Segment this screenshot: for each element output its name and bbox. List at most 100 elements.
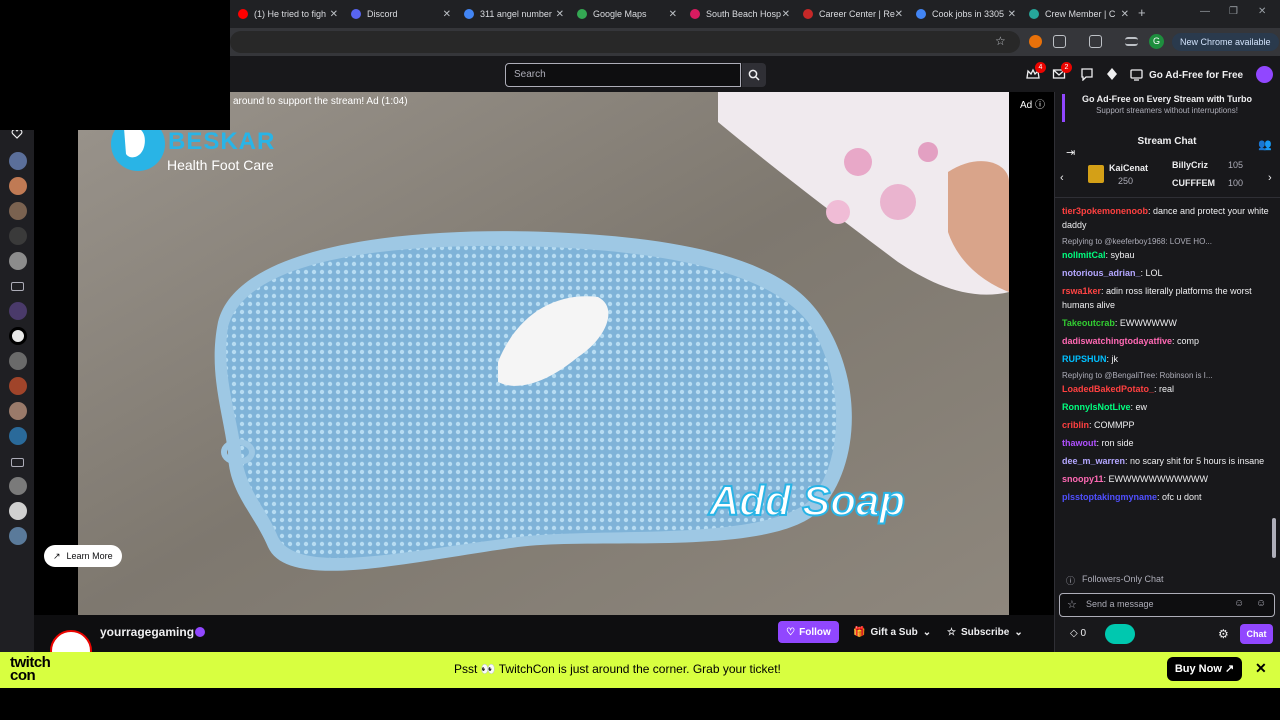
- browser-tab[interactable]: South Beach Hosp ✕: [690, 4, 790, 24]
- chat-message: rswa1ker: adin ross literally platforms …: [1062, 286, 1252, 310]
- channel-name[interactable]: yourragegaming: [100, 625, 194, 639]
- follow-button[interactable]: ♡ Follow: [778, 621, 839, 643]
- subscribe-button[interactable]: ☆ Subscribe ⌄: [943, 621, 1027, 643]
- location-icon: [916, 9, 926, 19]
- chevron-right-icon[interactable]: ›: [1268, 172, 1272, 184]
- star-badge-icon[interactable]: ☆: [1067, 598, 1077, 611]
- smiley-icon[interactable]: ☺: [1256, 598, 1266, 609]
- search-icon: [748, 69, 760, 81]
- channel-avatar[interactable]: [9, 527, 27, 545]
- send-chat-button[interactable]: Chat: [1240, 624, 1273, 644]
- chat-bubble-button[interactable]: [1080, 67, 1094, 82]
- sidepanel-icon[interactable]: [1089, 35, 1102, 48]
- browser-tab[interactable]: Career Center | Re ✕: [803, 4, 903, 24]
- extensions-puzzle-icon[interactable]: [1053, 35, 1066, 48]
- channel-avatar[interactable]: [9, 477, 27, 495]
- chat-message: dadiswatchingtodayatfive: comp: [1062, 336, 1200, 346]
- heart-icon: ♡: [786, 626, 796, 638]
- channel-avatar[interactable]: [9, 252, 27, 270]
- profile-avatar[interactable]: G: [1149, 34, 1164, 49]
- maximize-icon[interactable]: ❐: [1229, 6, 1238, 17]
- address-bar[interactable]: [230, 31, 1020, 53]
- leaderboard-name[interactable]: KaiCenat: [1109, 163, 1148, 173]
- video-player[interactable]: around to support the stream! Ad (1:04) …: [34, 92, 1054, 615]
- banner-message: Psst 👀 TwitchCon is just around the corn…: [454, 662, 781, 676]
- channel-avatar[interactable]: [9, 377, 27, 395]
- close-tab-icon[interactable]: ✕: [556, 9, 564, 20]
- notifications-button[interactable]: 4: [1026, 62, 1046, 81]
- close-tab-icon[interactable]: ✕: [330, 9, 338, 20]
- channel-avatar[interactable]: [9, 152, 27, 170]
- camera-icon: [11, 458, 24, 467]
- leaderboard-count: 250: [1118, 176, 1134, 186]
- star-icon: ☆: [947, 626, 956, 638]
- user-menu-avatar[interactable]: [1256, 66, 1273, 83]
- chat-message: RonnyIsNotLive: ew: [1062, 402, 1148, 412]
- close-tab-icon[interactable]: ✕: [895, 9, 903, 20]
- browser-tab[interactable]: Cook jobs in 3305 ✕: [916, 4, 1016, 24]
- emote-picker-icon[interactable]: ☺: [1234, 598, 1244, 609]
- new-chrome-available-button[interactable]: New Chrome available: [1172, 33, 1279, 51]
- ad-brand-title: BESKAR: [168, 128, 276, 155]
- chevron-left-icon[interactable]: ‹: [1060, 172, 1064, 184]
- browser-tab[interactable]: Google Maps ✕: [577, 4, 677, 24]
- close-tab-icon[interactable]: ✕: [669, 9, 677, 20]
- channel-avatar[interactable]: [9, 327, 27, 345]
- go-ad-free-button[interactable]: Go Ad-Free for Free: [1130, 64, 1243, 86]
- info-icon[interactable]: ⓘ: [1035, 100, 1045, 111]
- hospital-icon: [690, 9, 700, 19]
- twitchcon-logo: twitch con: [10, 654, 51, 684]
- close-tab-icon[interactable]: ✕: [1008, 9, 1016, 20]
- search-button[interactable]: [742, 63, 766, 87]
- ad-brand-subtitle: Health Foot Care: [167, 157, 274, 173]
- bookmark-star-icon[interactable]: ☆: [995, 34, 1006, 48]
- close-banner-icon[interactable]: ✕: [1255, 660, 1267, 677]
- chat-message: LoadedBakedPotato_: real: [1062, 384, 1175, 394]
- channel-avatar[interactable]: [9, 302, 27, 320]
- channel-avatar[interactable]: [9, 202, 27, 220]
- channel-points[interactable]: ◇ 0: [1070, 628, 1086, 639]
- leaderboard-name[interactable]: BillyCriz: [1172, 160, 1208, 170]
- chat-bubble-icon: [1081, 68, 1093, 82]
- browser-tab[interactable]: (1) He tried to figh ✕: [238, 4, 338, 24]
- reply-context: Replying to @BengaliTree: Robinson is I.…: [1062, 371, 1213, 380]
- minimize-icon[interactable]: —: [1200, 6, 1210, 17]
- channel-avatar[interactable]: [9, 402, 27, 420]
- turbo-promo[interactable]: Go Ad-Free on Every Stream with Turbo Su…: [1062, 94, 1272, 124]
- leaderboard-count: 100: [1228, 178, 1244, 188]
- learn-more-button[interactable]: ↗ Learn More: [44, 545, 122, 567]
- leaderboard-name[interactable]: CUFFFEM: [1172, 178, 1215, 188]
- ad-label: Ad ⓘ: [1020, 100, 1046, 111]
- community-icon[interactable]: 👥: [1258, 138, 1272, 151]
- channel-avatar[interactable]: [9, 427, 27, 445]
- media-controls-icon[interactable]: [1125, 37, 1138, 46]
- channel-avatar[interactable]: [9, 502, 27, 520]
- close-tab-icon[interactable]: ✕: [443, 9, 451, 20]
- close-window-icon[interactable]: ✕: [1258, 6, 1266, 17]
- whispers-button[interactable]: 2: [1052, 62, 1072, 81]
- discord-icon: [351, 9, 361, 19]
- channel-avatar[interactable]: [9, 352, 27, 370]
- close-tab-icon[interactable]: ✕: [782, 9, 790, 20]
- youtube-icon: [238, 9, 248, 19]
- chat-message-list: tier3pokemonenoob: dance and protect you…: [1062, 204, 1270, 508]
- extension-icon[interactable]: [1029, 35, 1042, 48]
- chat-scrollbar[interactable]: [1272, 518, 1276, 558]
- tv-icon: [1130, 69, 1143, 81]
- search-input[interactable]: Search: [505, 63, 741, 87]
- gift-sub-button[interactable]: 🎁 Gift a Sub ⌄: [849, 621, 935, 643]
- gift-leaderboard: ‹ KaiCenat 250 BillyCriz 105 CUFFFEM 100…: [1054, 158, 1280, 198]
- new-tab-button[interactable]: +: [1138, 5, 1146, 20]
- bits-button[interactable]: [1105, 67, 1119, 81]
- gift-box-icon: [1088, 165, 1104, 183]
- channel-avatar[interactable]: [9, 227, 27, 245]
- browser-tab[interactable]: Discord ✕: [351, 4, 451, 24]
- close-tab-icon[interactable]: ✕: [1121, 9, 1129, 20]
- claim-bonus-button[interactable]: [1105, 624, 1135, 644]
- browser-tab[interactable]: Crew Member | C ✕: [1029, 4, 1129, 24]
- channel-avatar[interactable]: [9, 177, 27, 195]
- crew-icon: [1029, 9, 1039, 19]
- browser-tab[interactable]: 311 angel number ✕: [464, 4, 564, 24]
- chat-settings-gear-icon[interactable]: ⚙: [1218, 627, 1229, 641]
- buy-now-button[interactable]: Buy Now ↗: [1167, 657, 1242, 681]
